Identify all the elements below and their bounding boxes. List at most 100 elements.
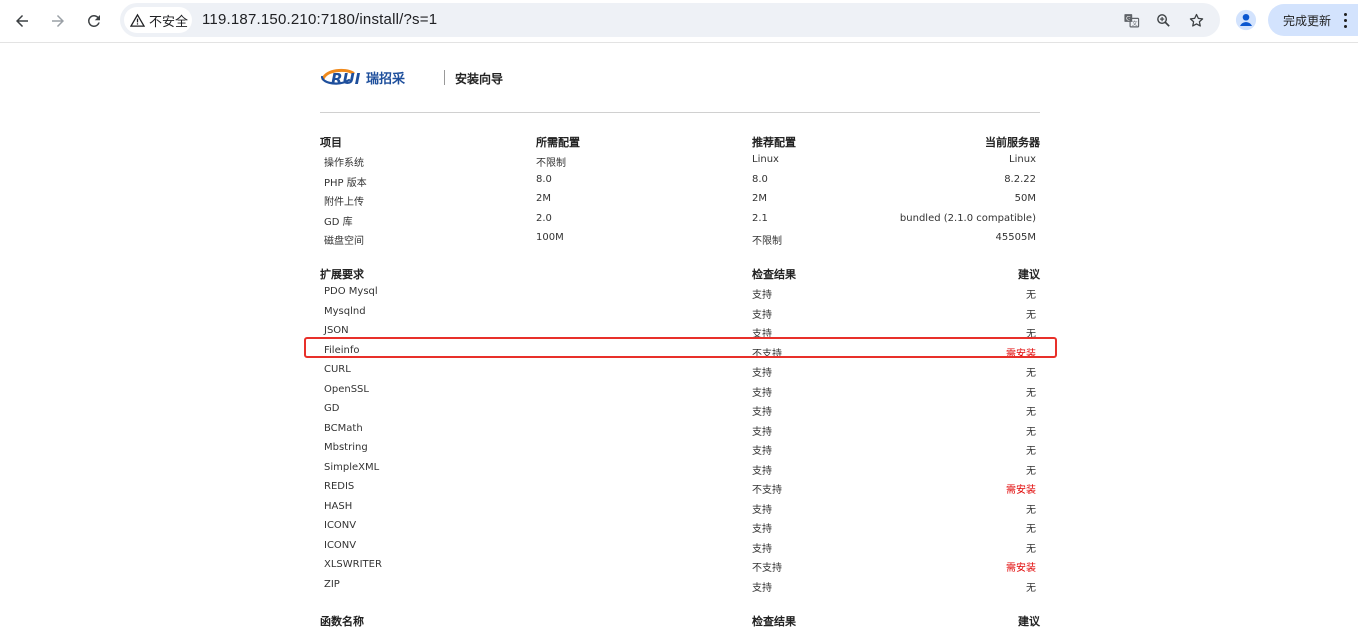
table-row: CURL 支持 无 bbox=[320, 364, 1040, 384]
translate-button[interactable]: G文 bbox=[1120, 9, 1142, 31]
table-cell: 2M bbox=[536, 193, 551, 204]
column-header: 检查结果 bbox=[752, 268, 796, 281]
extension-name: REDIS bbox=[324, 481, 355, 492]
install-page: RUI 瑞招采 安装向导 项目 所需配置 推荐配置 当前服务器 操作系统 不限制 Linux… bbox=[304, 42, 1057, 628]
column-header: 项目 bbox=[320, 136, 342, 149]
table-row: PHP 版本 8.0 8.0 8.2.22 bbox=[320, 174, 1040, 194]
advice: 无 bbox=[1026, 407, 1036, 418]
extension-name: ICONV bbox=[324, 520, 357, 531]
check-result: 不支持 bbox=[752, 485, 782, 496]
advice: 无 bbox=[1026, 524, 1036, 535]
zoom-button[interactable] bbox=[1152, 9, 1174, 31]
table-row: REDIS 不支持 需安装 bbox=[320, 481, 1040, 501]
star-icon bbox=[1189, 13, 1203, 27]
table-row: Fileinfo 不支持 需安装 bbox=[304, 336, 1057, 365]
advice: 无 bbox=[1026, 426, 1036, 438]
table-row: OpenSSL 支持 无 bbox=[320, 384, 1040, 404]
update-button[interactable]: 完成更新 bbox=[1268, 4, 1358, 36]
update-label: 完成更新 bbox=[1283, 13, 1332, 28]
extension-name: GD bbox=[324, 403, 340, 414]
table-cell: 操作系统 bbox=[324, 158, 364, 169]
reload-button[interactable] bbox=[79, 6, 109, 36]
check-result: 不支持 bbox=[752, 348, 782, 360]
back-button[interactable] bbox=[7, 6, 37, 36]
extension-name: BCMath bbox=[324, 422, 363, 434]
check-result: 支持 bbox=[752, 446, 772, 457]
column-header: 扩展要求 bbox=[320, 268, 364, 281]
advice: 需安装 bbox=[1006, 348, 1036, 360]
page-header: RUI 瑞招采 安装向导 bbox=[320, 42, 1040, 113]
check-result: 支持 bbox=[752, 426, 772, 438]
advice: 需安装 bbox=[1006, 485, 1036, 496]
check-result: 支持 bbox=[752, 582, 772, 594]
table-row: 磁盘空间 100M 不限制 45505M bbox=[320, 232, 1040, 252]
extension-table: 扩展要求 检查结果 建议 PDO Mysql 支持无 Mysqlnd 支持无 JSON 支持无 F… bbox=[304, 266, 1057, 599]
avatar-icon bbox=[1235, 9, 1257, 31]
table-cell: 50M bbox=[1014, 193, 1036, 204]
check-result: 支持 bbox=[752, 329, 772, 340]
advice: 需安装 bbox=[1006, 563, 1036, 574]
extension-name: SimpleXML bbox=[324, 461, 380, 473]
svg-text:文: 文 bbox=[1131, 19, 1137, 27]
check-result: 支持 bbox=[752, 309, 772, 321]
table-cell: 不限制 bbox=[752, 236, 782, 247]
check-result: 支持 bbox=[752, 543, 772, 555]
table-cell: 45505M bbox=[995, 232, 1036, 243]
table-row: ZIP 支持 无 bbox=[320, 579, 1040, 599]
forward-button[interactable] bbox=[43, 6, 73, 36]
table-row: JSON 支持 无 bbox=[320, 325, 1040, 345]
extension-name: HASH bbox=[324, 500, 353, 512]
column-header: 当前服务器 bbox=[985, 136, 1040, 149]
table-cell: 不限制 bbox=[536, 158, 566, 169]
svg-text:瑞招采: 瑞招采 bbox=[366, 71, 406, 87]
address-bar[interactable]: 不安全 119.187.150.210:7180/install/?s=1 G文 bbox=[120, 3, 1220, 37]
extension-name: ZIP bbox=[324, 578, 340, 590]
translate-icon: G文 bbox=[1123, 13, 1139, 27]
table-row: ICONV 支持 无 bbox=[320, 520, 1040, 540]
check-result: 支持 bbox=[752, 387, 772, 399]
extension-name: OpenSSL bbox=[324, 383, 369, 395]
check-result: 支持 bbox=[752, 368, 772, 379]
extension-name: Mbstring bbox=[324, 442, 368, 453]
table-row: GD 库 2.0 2.1 bundled (2.1.0 compatible) bbox=[320, 213, 1040, 233]
warning-triangle-icon bbox=[130, 13, 145, 27]
advice: 无 bbox=[1026, 387, 1036, 399]
table-row: XLSWRITER 不支持 需安装 bbox=[320, 559, 1040, 579]
logo-separator bbox=[444, 70, 445, 85]
check-result: 支持 bbox=[752, 407, 772, 418]
extension-name: CURL bbox=[324, 364, 351, 375]
check-result: 不支持 bbox=[752, 563, 782, 574]
table-header: 扩展要求 检查结果 建议 bbox=[320, 266, 1040, 286]
column-header: 函数名称 bbox=[320, 615, 364, 628]
browser-toolbar: 不安全 119.187.150.210:7180/install/?s=1 G文… bbox=[0, 0, 1358, 43]
table-row: HASH 支持 无 bbox=[320, 501, 1040, 521]
check-result: 支持 bbox=[752, 465, 772, 477]
column-header: 检查结果 bbox=[752, 615, 796, 628]
advice: 无 bbox=[1026, 465, 1036, 477]
page-title: 安装向导 bbox=[455, 72, 504, 86]
security-chip[interactable]: 不安全 bbox=[124, 7, 192, 33]
extension-name: ICONV bbox=[324, 539, 357, 551]
function-table: 函数名称 检查结果 建议 bbox=[320, 613, 1040, 633]
table-row: PDO Mysql 支持 无 bbox=[320, 286, 1040, 306]
bookmark-button[interactable] bbox=[1185, 9, 1207, 31]
advice: 无 bbox=[1026, 329, 1036, 340]
table-row: Mysqlnd 支持 无 bbox=[320, 306, 1040, 326]
advice: 无 bbox=[1026, 446, 1036, 457]
profile-button[interactable] bbox=[1234, 8, 1258, 32]
svg-text:RUI: RUI bbox=[331, 70, 361, 88]
table-cell: 附件上传 bbox=[324, 197, 364, 208]
table-cell: 2.0 bbox=[536, 212, 552, 224]
column-header: 所需配置 bbox=[536, 136, 580, 149]
table-row: SimpleXML 支持 无 bbox=[320, 462, 1040, 482]
advice: 无 bbox=[1026, 504, 1036, 516]
table-cell: 8.0 bbox=[536, 173, 552, 185]
extension-name: Mysqlnd bbox=[324, 305, 366, 317]
check-result: 支持 bbox=[752, 524, 772, 535]
arrow-right-icon bbox=[52, 15, 64, 27]
url-text[interactable]: 119.187.150.210:7180/install/?s=1 bbox=[202, 11, 437, 28]
menu-kebab-icon[interactable] bbox=[1344, 13, 1348, 31]
environment-table: 项目 所需配置 推荐配置 当前服务器 操作系统 不限制 Linux Linux PHP 版本 8.… bbox=[320, 134, 1040, 252]
table-cell: 8.0 bbox=[752, 173, 768, 185]
advice: 无 bbox=[1026, 290, 1036, 301]
